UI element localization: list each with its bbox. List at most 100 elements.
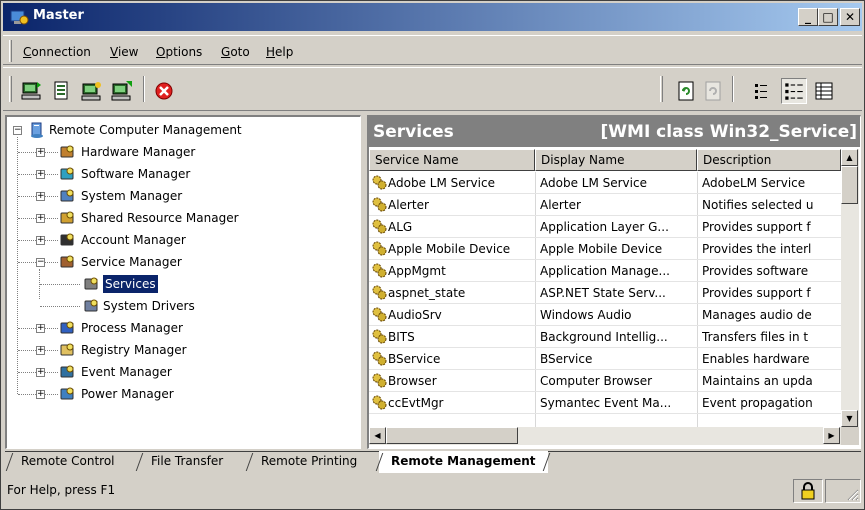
menu-help[interactable]: Help (266, 45, 293, 59)
tree-guide-line (17, 137, 18, 394)
tree-expand-toggle[interactable]: + (36, 148, 45, 157)
panel-title: Services (373, 122, 454, 142)
scroll-left-button[interactable]: ◀ (369, 427, 386, 444)
users-icon (60, 233, 74, 246)
toolbar-grip[interactable] (9, 76, 12, 102)
menu-view[interactable]: View (110, 45, 138, 59)
panel-header: Services [WMI class Win32_Service] (369, 117, 860, 147)
service-row[interactable]: aspnet_state ASP.NET State Serv... Provide… (369, 282, 841, 304)
hardware-icon (60, 145, 74, 158)
grid-view-icon[interactable] (813, 80, 835, 102)
vertical-scroll-thumb[interactable] (841, 166, 858, 204)
tree-expand-toggle[interactable]: + (36, 368, 45, 377)
cell-text: Symantec Event Ma... (540, 396, 672, 410)
gears-icon (372, 175, 387, 190)
tab-remote-control[interactable]: Remote Control (9, 451, 127, 471)
title-bar[interactable]: Master _ □ ✕ (3, 3, 862, 31)
detail-view-icon (785, 83, 803, 100)
tree-expand-toggle[interactable]: − (36, 258, 45, 267)
service-row[interactable]: BITS Background Intellig... Transfers file… (369, 326, 841, 348)
menu-bar: Connection View Options Goto Help (3, 35, 862, 65)
column-header-display-name[interactable]: Display Name (535, 149, 697, 171)
tree-item-label: Service Manager (81, 255, 182, 269)
services-list[interactable]: Adobe LM Service Adobe LM Service AdobeLM … (369, 172, 841, 427)
detail-view-button[interactable] (781, 78, 807, 104)
column-header-description[interactable]: Description (697, 149, 841, 171)
panel-wmi-class: [WMI class Win32_Service] (600, 122, 858, 142)
navigation-tree[interactable]: − Remote Computer Management + Hardware M… (5, 115, 361, 449)
menu-connection[interactable]: Connection (23, 45, 91, 59)
toolbar-grip-right[interactable] (660, 76, 663, 102)
tree-root-collapse-toggle[interactable]: − (13, 126, 22, 135)
display-name-cell: Symantec Event Ma... (540, 392, 696, 414)
vertical-scrollbar[interactable]: ▲ ▼ (841, 149, 859, 427)
description-cell: Manages audio de (702, 304, 841, 326)
service-row[interactable]: Adobe LM Service Adobe LM Service AdobeLM … (369, 172, 841, 194)
stop-refresh-icon[interactable] (703, 80, 725, 102)
gears-icon (372, 241, 387, 256)
maximize-button[interactable]: □ (818, 8, 838, 26)
list-view-icon[interactable] (751, 80, 773, 102)
cell-text: BService (388, 352, 441, 366)
description-cell: Provides software (702, 260, 841, 282)
tree-item-label: Shared Resource Manager (81, 211, 239, 225)
scroll-up-button[interactable]: ▲ (841, 149, 858, 166)
computer-info-icon[interactable] (51, 80, 73, 102)
tree-expand-toggle[interactable]: + (36, 324, 45, 333)
service-row[interactable]: ccEvtMgr Symantec Event Ma... Event propag… (369, 392, 841, 414)
disconnect-icon[interactable] (153, 80, 175, 102)
tree-expand-toggle[interactable]: + (36, 192, 45, 201)
power-icon (60, 387, 74, 400)
minimize-button[interactable]: _ (798, 8, 818, 26)
service-row[interactable]: AudioSrv Windows Audio Manages audio de (369, 304, 841, 326)
scroll-down-button[interactable]: ▼ (841, 410, 858, 427)
menu-goto[interactable]: Goto (221, 45, 250, 59)
service-row[interactable]: Browser Computer Browser Maintains an upda (369, 370, 841, 392)
connect-icon[interactable] (21, 80, 43, 102)
status-text: For Help, press F1 (7, 483, 116, 497)
service-row[interactable]: AppMgmt Application Manage... Provides sof… (369, 260, 841, 282)
master-app-icon (10, 10, 29, 25)
cell-text: ASP.NET State Serv... (540, 286, 666, 300)
tree-item-label: Hardware Manager (81, 145, 196, 159)
tab-remote-management[interactable]: Remote Management (379, 451, 548, 473)
cell-text: Provides software (702, 264, 809, 278)
cell-text: Background Intellig... (540, 330, 668, 344)
display-name-cell: Windows Audio (540, 304, 696, 326)
service-row[interactable]: BService BService Enables hardware (369, 348, 841, 370)
event-icon (60, 365, 74, 378)
menubar-grip[interactable] (9, 40, 12, 62)
service-name-cell: ccEvtMgr (371, 392, 535, 414)
horizontal-scroll-thumb[interactable] (386, 427, 518, 444)
tree-expand-toggle[interactable]: + (36, 390, 45, 399)
description-cell: Transfers files in t (702, 326, 841, 348)
menu-options[interactable]: Options (156, 45, 202, 59)
service-row[interactable]: Alerter Alerter Notifies selected u (369, 194, 841, 216)
refresh-icon[interactable] (676, 80, 698, 102)
resize-grip-icon[interactable] (843, 485, 859, 501)
tree-expand-toggle[interactable]: + (36, 346, 45, 355)
display-name-cell: Application Layer G... (540, 216, 696, 238)
cell-text: Notifies selected u (702, 198, 814, 212)
service-row[interactable]: Apple Mobile Device Apple Mobile Device Pr… (369, 238, 841, 260)
cell-text: ccEvtMgr (388, 396, 444, 410)
tree-item-label: Services (102, 274, 159, 294)
tree-expand-toggle[interactable]: + (36, 170, 45, 179)
horizontal-scrollbar[interactable]: ◀ ▶ (369, 427, 841, 445)
cell-text: Adobe LM Service (540, 176, 647, 190)
description-cell: Maintains an upda (702, 370, 841, 392)
tree-expand-toggle[interactable]: + (36, 236, 45, 245)
column-header-service-name[interactable]: Service Name (369, 149, 535, 171)
scroll-right-button[interactable]: ▶ (823, 427, 840, 444)
tab-remote-printing[interactable]: Remote Printing (249, 451, 369, 471)
cell-text: Windows Audio (540, 308, 632, 322)
refresh-remote-icon[interactable] (81, 80, 103, 102)
tree-expand-toggle[interactable]: + (36, 214, 45, 223)
display-name-cell: ASP.NET State Serv... (540, 282, 696, 304)
close-button[interactable]: ✕ (840, 8, 860, 26)
description-cell: Provides support f (702, 282, 841, 304)
cell-text: Apple Mobile Device (388, 242, 511, 256)
service-row[interactable]: ALG Application Layer G... Provides suppor… (369, 216, 841, 238)
tab-file-transfer[interactable]: File Transfer (139, 451, 235, 471)
properties-icon[interactable] (111, 80, 133, 102)
